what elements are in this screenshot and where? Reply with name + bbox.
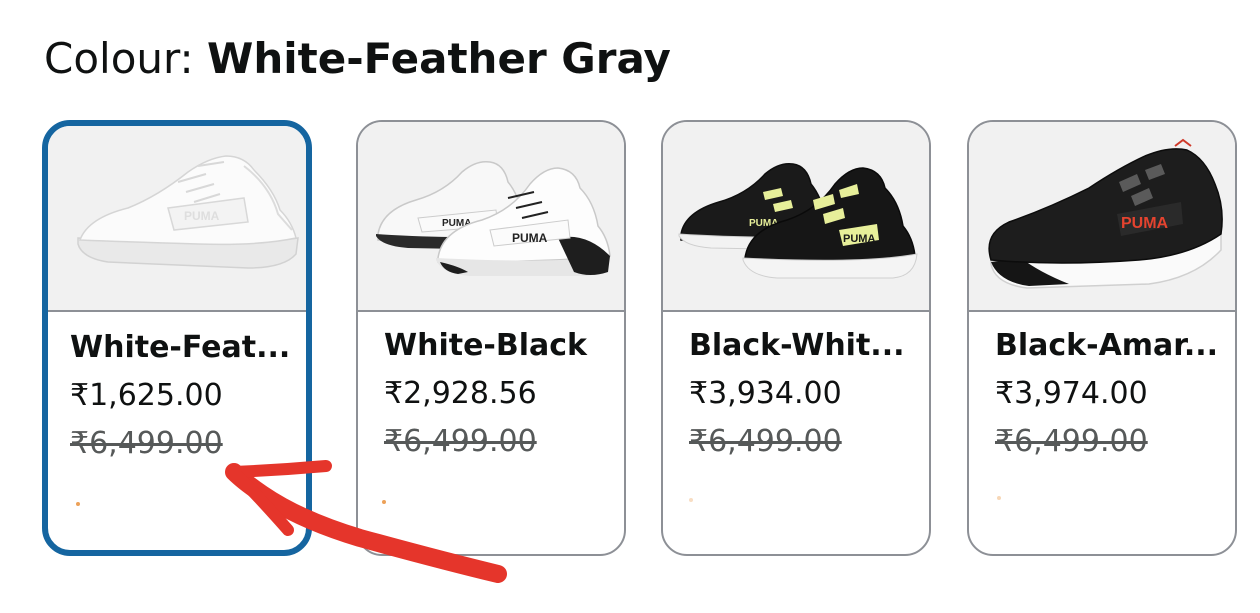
svg-text:PUMA: PUMA [184, 209, 220, 223]
colour-selector-page: Colour: White-Feather Gray PUMA White-Fe… [0, 0, 1260, 613]
swatch-name: White-Black [384, 328, 587, 363]
svg-text:PUMA: PUMA [1121, 215, 1169, 232]
swatch-list-price: ₹6,499.00 [995, 424, 1148, 459]
colour-swatch-black-white[interactable]: PUMA PUMA Black-Whit... ₹3,934.00 ₹6,499… [661, 120, 931, 556]
swatch-price: ₹2,928.56 [384, 376, 537, 411]
swatch-price: ₹1,625.00 [70, 378, 223, 413]
svg-text:PUMA: PUMA [843, 233, 875, 245]
svg-text:PUMA: PUMA [512, 231, 548, 245]
swatch-image-area: PUMA PUMA [358, 122, 624, 312]
swatch-image-area: PUMA [969, 122, 1235, 312]
colour-swatch-white-black[interactable]: PUMA PUMA White-Black ₹2,928.56 ₹6,499.0… [356, 120, 626, 556]
prime-badge-dot [76, 502, 80, 506]
colour-swatch-white-feather-gray[interactable]: PUMA White-Feat... ₹1,625.00 ₹6,499.00 [42, 120, 312, 556]
black-red-sneaker-image: PUMA [988, 138, 1223, 289]
selected-colour-value: White-Feather Gray [207, 34, 671, 83]
swatch-name: Black-Amar... [995, 328, 1219, 363]
colour-label: Colour: [44, 34, 208, 83]
swatch-list-price: ₹6,499.00 [70, 426, 223, 461]
swatch-price: ₹3,934.00 [689, 376, 842, 411]
white-black-sneakers-pair-image: PUMA PUMA [376, 160, 611, 276]
prime-badge-dot [689, 498, 693, 502]
swatch-image-area: PUMA PUMA [663, 122, 929, 312]
colour-header: Colour: White-Feather Gray [44, 34, 671, 83]
prime-badge-dot [997, 496, 1001, 500]
colour-swatch-black-amar[interactable]: PUMA Black-Amar... ₹3,974.00 ₹6,499.00 [967, 120, 1237, 556]
prime-badge-dot [382, 500, 386, 504]
swatch-image-area: PUMA [48, 126, 306, 312]
swatch-list-price: ₹6,499.00 [689, 424, 842, 459]
swatch-name: White-Feat... [70, 330, 291, 365]
swatch-list-price: ₹6,499.00 [384, 424, 537, 459]
swatch-name: Black-Whit... [689, 328, 905, 363]
black-white-sneakers-pair-image: PUMA PUMA [678, 162, 918, 279]
swatch-price: ₹3,974.00 [995, 376, 1148, 411]
white-sneaker-image: PUMA [77, 155, 299, 269]
